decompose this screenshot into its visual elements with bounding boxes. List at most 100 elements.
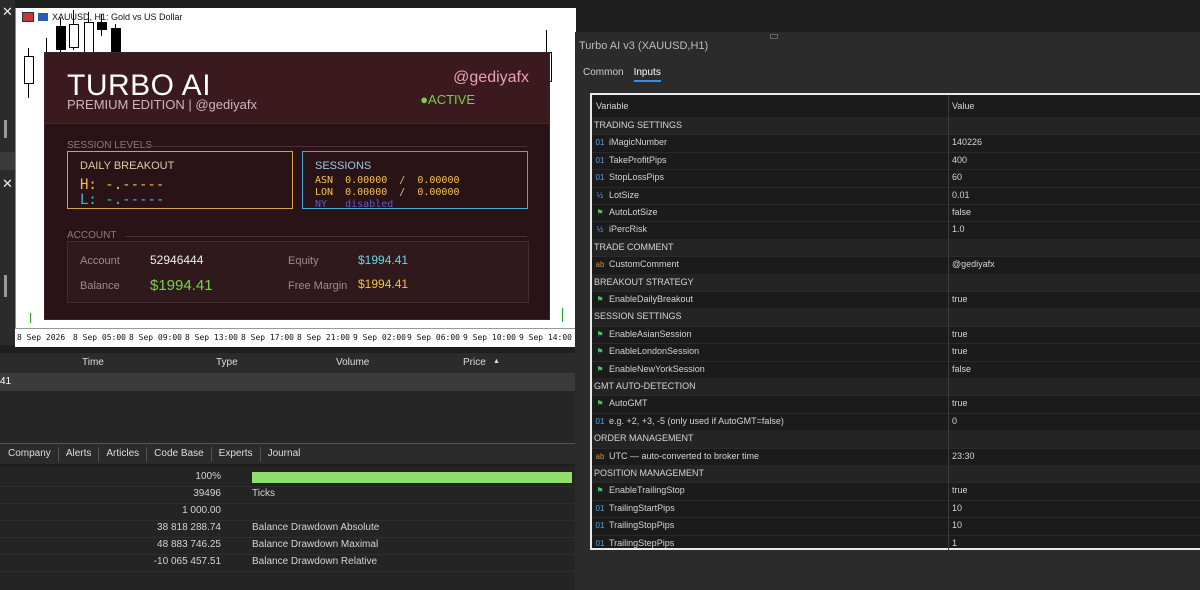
tab-code-base[interactable]: Code Base — [147, 447, 212, 461]
grid-input-row[interactable]: 01 TakeProfitPips 400 — [592, 151, 1200, 171]
daily-breakout-label: DAILY BREAKOUT — [80, 160, 175, 172]
section-title: GMT AUTO-DETECTION — [594, 378, 696, 395]
variable-value[interactable]: 1 — [952, 535, 957, 552]
variable-value[interactable]: false — [952, 204, 971, 221]
grid-input-row[interactable]: ⚑ EnableTrailingStop true — [592, 482, 1200, 501]
side-tab[interactable] — [0, 152, 15, 170]
splitter-handle[interactable] — [4, 275, 7, 297]
boolean-flag-icon: ⚑ — [596, 399, 604, 409]
progress-track — [252, 472, 572, 483]
variable-name: ⚑ EnableLondonSession — [594, 343, 699, 360]
variable-name: ½ iPercRisk — [594, 221, 647, 238]
grid-input-row[interactable]: ⚑ AutoGMT true — [592, 395, 1200, 414]
variable-value[interactable]: true — [952, 343, 968, 360]
column-header-price[interactable]: Price — [463, 357, 486, 368]
section-title: ORDER MANAGEMENT — [594, 430, 694, 447]
grid-input-row[interactable]: ½ iPercRisk 1.0 — [592, 221, 1200, 240]
variable-value[interactable]: 140226 — [952, 134, 982, 151]
variable-value[interactable]: 10 — [952, 517, 962, 534]
grid-input-row[interactable]: ⚑ AutoLotSize false — [592, 204, 1200, 223]
tab-common[interactable]: Common — [583, 67, 624, 82]
grid-input-row[interactable]: ⚑ EnableDailyBreakout true — [592, 291, 1200, 310]
column-header-volume[interactable]: Volume — [336, 357, 369, 368]
tab-journal[interactable]: Journal — [261, 447, 308, 461]
divider — [145, 146, 527, 147]
grid-section-row: TRADING SETTINGS — [592, 117, 1200, 136]
close-icon[interactable]: ✕ — [0, 176, 15, 192]
grid-input-row[interactable]: ⚑ EnableNewYorkSession false — [592, 360, 1200, 379]
grid-section-row: TRADE COMMENT — [592, 238, 1200, 258]
progress-bar — [252, 472, 572, 483]
variable-value[interactable]: @gediyafx — [952, 256, 995, 273]
results-row: 39496 Ticks — [0, 486, 575, 504]
indicator-tick — [30, 313, 31, 323]
variable-label: EnableNewYorkSession — [609, 363, 705, 374]
free-margin-label: Free Margin — [288, 280, 348, 292]
grid-input-row[interactable]: ab UTC — auto-converted to broker time 23:… — [592, 447, 1200, 466]
column-header-value[interactable]: Value — [952, 95, 974, 117]
variable-name: 01 StopLossPips — [594, 169, 665, 186]
variable-value[interactable]: 400 — [952, 152, 967, 169]
number-icon: 01 — [595, 138, 605, 148]
trade-table-row[interactable]: 41 — [0, 373, 575, 391]
close-icon[interactable]: ✕ — [0, 4, 15, 20]
row-value: 41 — [0, 376, 12, 387]
grid-input-row[interactable]: 01 iMagicNumber 140226 — [592, 134, 1200, 153]
session-levels-heading: SESSION LEVELS — [67, 140, 153, 151]
grid-input-row[interactable]: ½ LotSize 0.01 — [592, 186, 1200, 205]
variable-value[interactable]: true — [952, 291, 968, 308]
tab-articles[interactable]: Articles — [99, 447, 148, 461]
grid-input-row[interactable]: 01 TrailingStopPips 10 — [592, 517, 1200, 536]
inputs-grid: Variable Value TRADING SETTINGS 01 iMagicN… — [590, 93, 1200, 553]
grid-input-row[interactable]: ⚑ EnableLondonSession true — [592, 343, 1200, 362]
candle — [56, 26, 66, 50]
chart-menu-icon[interactable] — [22, 12, 34, 22]
result-label: Balance Drawdown Absolute — [252, 522, 380, 533]
variable-value[interactable]: true — [952, 326, 968, 343]
tab-alerts[interactable]: Alerts — [59, 447, 100, 461]
variable-value[interactable]: 60 — [952, 169, 962, 186]
tab-inputs[interactable]: Inputs — [633, 67, 661, 82]
results-row: 48 883 746.25 Balance Drawdown Maximal — [0, 537, 575, 555]
grid-input-row[interactable]: 01 StopLossPips 60 — [592, 169, 1200, 188]
breakout-low: L: -.----- — [80, 192, 165, 206]
window-control-icon[interactable] — [770, 34, 778, 39]
variable-value[interactable]: 10 — [952, 500, 962, 517]
variable-label: TrailingStartPips — [609, 502, 675, 513]
variable-value[interactable]: false — [952, 361, 971, 378]
variable-name: 01 TrailingStepPips — [594, 535, 675, 552]
tab-experts[interactable]: Experts — [212, 447, 261, 461]
column-header-time[interactable]: Time — [82, 357, 104, 368]
variable-name: 01 TrailingStopPips — [594, 517, 675, 534]
time-tick-label: 8 Sep 2026 — [17, 333, 66, 342]
tab-company[interactable]: Company — [0, 447, 59, 461]
time-tick-label: 9 Sep 06:00 — [407, 333, 460, 342]
sort-ascending-icon: ▲ — [493, 358, 500, 365]
result-value: 38 818 288.74 — [157, 522, 221, 533]
dialog-title: Turbo AI v3 (XAUUSD,H1) — [579, 40, 709, 52]
number-icon: 01 — [595, 503, 605, 513]
variable-value[interactable]: 23:30 — [952, 448, 975, 465]
variable-value[interactable]: 0 — [952, 413, 957, 430]
column-header-type[interactable]: Type — [216, 357, 238, 368]
results-row: 38 818 288.74 Balance Drawdown Absolute — [0, 520, 575, 538]
result-label: Balance Drawdown Maximal — [252, 539, 379, 550]
column-header-variable[interactable]: Variable — [596, 95, 628, 117]
results-row: 100% — [0, 469, 575, 487]
grid-input-row[interactable]: 01 TrailingStartPips 10 — [592, 499, 1200, 519]
section-label: SESSION SETTINGS — [594, 311, 682, 322]
variable-value[interactable]: true — [952, 395, 968, 412]
variable-value[interactable]: 0.01 — [952, 187, 970, 204]
symbol-flag-icon — [38, 13, 48, 21]
variable-value[interactable]: true — [952, 482, 968, 499]
grid-input-row[interactable]: 01 e.g. +2, +3, -5 (only used if AutoGMT=… — [592, 412, 1200, 432]
grid-input-row[interactable]: ab CustomComment @gediyafx — [592, 256, 1200, 275]
grid-section-row: SESSION SETTINGS — [592, 308, 1200, 327]
grid-input-row[interactable]: ⚑ EnableAsianSession true — [592, 325, 1200, 345]
variable-value[interactable]: 1.0 — [952, 221, 965, 238]
grid-section-row: POSITION MANAGEMENT — [592, 465, 1200, 484]
splitter-handle[interactable] — [4, 120, 7, 138]
sessions-box: SESSIONS ASN 0.00000 / 0.00000 LON 0.000… — [302, 151, 528, 209]
divider — [125, 236, 527, 237]
grid-input-row[interactable]: 01 TrailingStepPips 1 — [592, 534, 1200, 553]
